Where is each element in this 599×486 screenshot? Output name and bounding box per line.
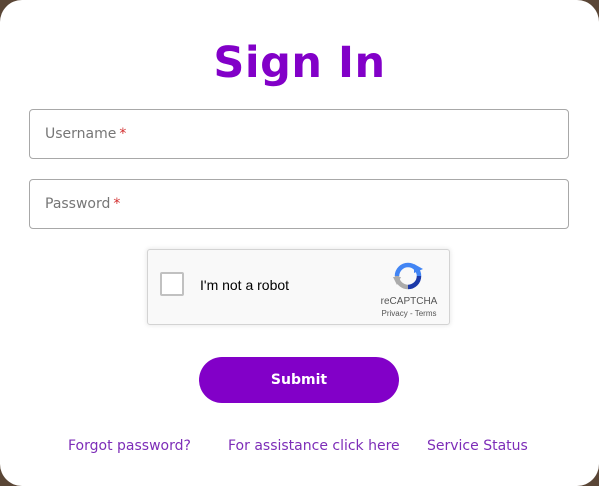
username-field[interactable]: Username * [29,109,569,159]
recaptcha-privacy-link[interactable]: Privacy [382,309,408,318]
recaptcha-legal: Privacy - Terms [374,309,444,318]
submit-button[interactable]: Submit [199,357,399,403]
username-label: Username * [45,110,126,158]
recaptcha-checkbox[interactable] [160,272,184,296]
username-label-text: Username [45,126,117,142]
recaptcha-checkbox-label: I'm not a robot [200,277,290,293]
username-required-mark: * [119,126,127,142]
password-label-text: Password [45,196,111,212]
forgot-password-link[interactable]: Forgot password? [68,438,191,454]
assistance-link[interactable]: For assistance click here [228,438,400,454]
page-title: Sign In [213,38,386,88]
recaptcha-separator: - [409,309,413,318]
recaptcha-widget: I'm not a robot reCAPTCHA Privacy - Term… [147,249,450,325]
service-status-link[interactable]: Service Status [427,438,528,454]
recaptcha-terms-link[interactable]: Terms [415,309,437,318]
sign-in-card: Sign In Username * Password * I'm not a ro… [0,0,599,486]
recaptcha-brand: reCAPTCHA [380,296,438,307]
password-label: Password * [45,180,120,228]
recaptcha-logo-icon [393,262,423,290]
password-field[interactable]: Password * [29,179,569,229]
password-required-mark: * [113,196,121,212]
footer-links: Forgot password? For assistance click he… [0,438,599,458]
